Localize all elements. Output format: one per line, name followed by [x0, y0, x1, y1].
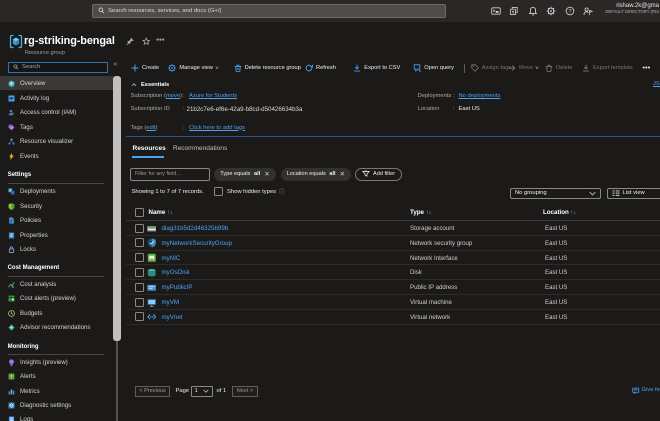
svg-text:$: $	[12, 284, 15, 288]
svg-text:?: ?	[568, 9, 571, 15]
